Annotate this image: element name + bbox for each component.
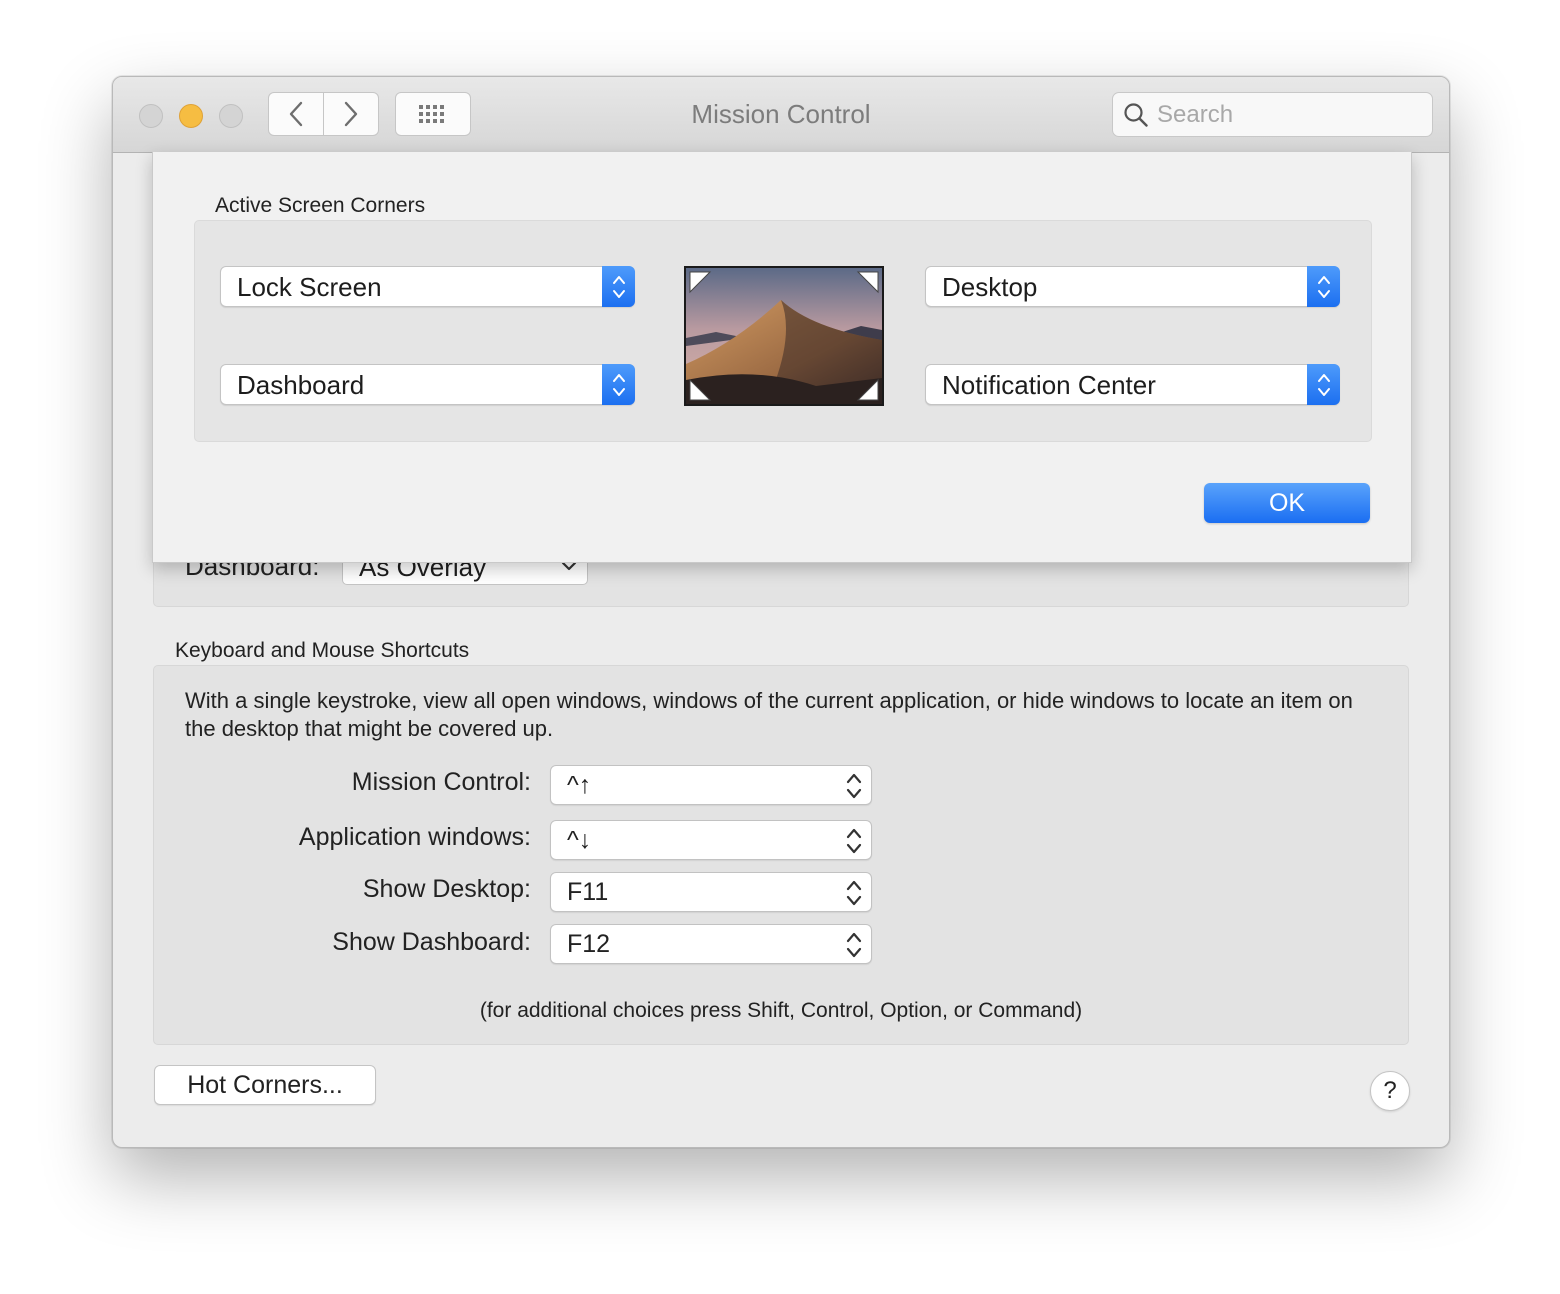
up-down-arrows-icon (846, 932, 862, 958)
hot-corners-button[interactable]: Hot Corners... (154, 1065, 376, 1105)
top-left-corner-value: Lock Screen (237, 272, 382, 302)
top-right-corner-value: Desktop (942, 272, 1038, 302)
ok-button[interactable]: OK (1204, 483, 1370, 523)
up-down-arrows-icon (846, 880, 862, 906)
desktop-preview-image (684, 266, 884, 406)
bottom-right-corner-value: Notification Center (942, 370, 1156, 400)
preferences-window: Mission Control Dashboard: As Overlay Ke… (112, 76, 1450, 1148)
application-windows-shortcut-value: ^↓ (567, 826, 592, 854)
search-field[interactable] (1112, 92, 1433, 137)
up-down-arrows-icon (846, 773, 862, 799)
show-dashboard-label: Show Dashboard: (332, 928, 531, 956)
up-down-arrows-icon (612, 275, 625, 298)
top-left-corner-select[interactable]: Lock Screen (220, 266, 635, 307)
bottom-left-corner-select[interactable]: Dashboard (220, 364, 635, 405)
up-down-arrows-icon (1317, 275, 1330, 298)
top-right-corner-select[interactable]: Desktop (925, 266, 1340, 307)
show-desktop-label: Show Desktop: (362, 875, 531, 903)
bottom-left-corner-value: Dashboard (237, 370, 365, 400)
up-down-arrows-icon (1317, 373, 1330, 396)
help-button[interactable]: ? (1370, 1071, 1410, 1111)
bottom-right-corner-select[interactable]: Notification Center (925, 364, 1340, 405)
desert-wallpaper-image (686, 268, 882, 404)
show-dashboard-shortcut-select[interactable]: F12 (550, 924, 872, 964)
select-arrows (602, 364, 635, 405)
show-desktop-shortcut-select[interactable]: F11 (550, 872, 872, 912)
show-dashboard-shortcut-value: F12 (567, 930, 611, 958)
title-bar: Mission Control (113, 77, 1449, 153)
select-arrows (1307, 266, 1340, 307)
up-down-arrows-icon (612, 373, 625, 396)
mission-control-shortcut-value: ^↑ (567, 771, 592, 799)
shortcuts-section-title: Keyboard and Mouse Shortcuts (175, 639, 470, 662)
select-arrows (1307, 364, 1340, 405)
search-input[interactable] (1157, 93, 1417, 136)
select-arrows (602, 266, 635, 307)
sheet-title: Active Screen Corners (215, 194, 426, 217)
mission-control-shortcut-select[interactable]: ^↑ (550, 765, 872, 805)
search-icon (1124, 103, 1148, 127)
shortcuts-description: With a single keystroke, view all open w… (185, 688, 1353, 741)
show-desktop-shortcut-value: F11 (567, 878, 609, 906)
up-down-arrows-icon (846, 828, 862, 854)
active-screen-corners-sheet: Active Screen Corners Lock Screen Dashbo… (152, 152, 1412, 563)
application-windows-shortcut-select[interactable]: ^↓ (550, 820, 872, 860)
shortcuts-hint: (for additional choices press Shift, Con… (479, 999, 1083, 1022)
application-windows-label: Application windows: (298, 823, 531, 851)
mission-control-label: Mission Control: (351, 768, 531, 796)
